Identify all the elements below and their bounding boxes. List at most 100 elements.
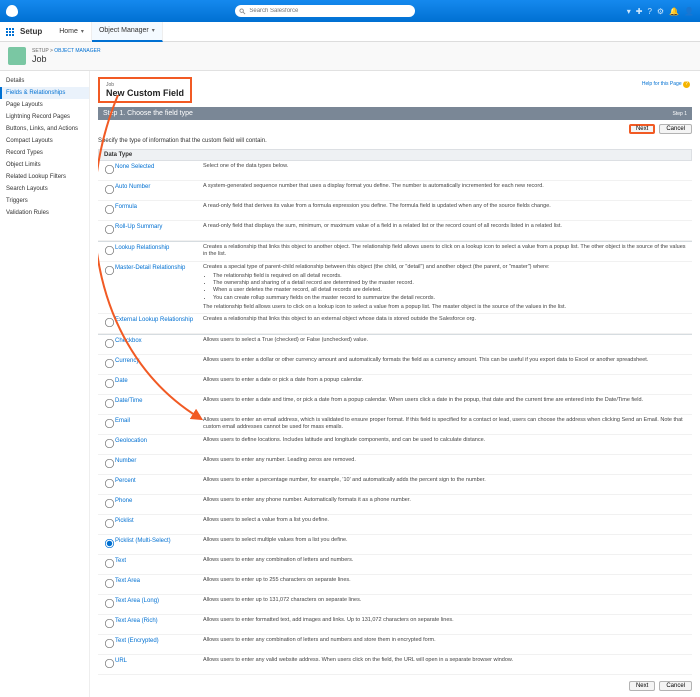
sidebar-item-search-layouts[interactable]: Search Layouts <box>0 183 89 195</box>
avatar-icon[interactable]: 👤 <box>684 7 694 16</box>
type-desc: Allows users to enter a dollar or other … <box>203 357 687 372</box>
radio-url[interactable] <box>105 659 114 668</box>
sidebar-item-details[interactable]: Details <box>0 75 89 87</box>
type-link-external-lookup-relationship[interactable]: External Lookup Relationship <box>115 317 193 323</box>
gear-icon[interactable]: ⚙ <box>657 7 664 16</box>
radio-date-time[interactable] <box>105 399 114 408</box>
help-link[interactable]: Help for this Page ? <box>642 81 690 88</box>
type-link-formula[interactable]: Formula <box>115 204 137 210</box>
help-link-label: Help for this Page <box>642 81 682 87</box>
type-link-text-area[interactable]: Text Area <box>115 578 140 584</box>
sidebar-item-related-lookup-filters[interactable]: Related Lookup Filters <box>0 171 89 183</box>
sidebar: DetailsFields & RelationshipsPage Layout… <box>0 71 90 697</box>
app-launcher-icon[interactable] <box>6 28 14 36</box>
type-row: EmailAllows users to enter an email addr… <box>98 415 692 435</box>
type-row: CheckboxAllows users to select a True (c… <box>98 334 692 355</box>
type-row: Text Area Allows users to enter up to 255… <box>98 575 692 595</box>
type-link-lookup-relationship[interactable]: Lookup Relationship <box>115 245 169 251</box>
sidebar-item-page-layouts[interactable]: Page Layouts <box>0 99 89 111</box>
radio-date[interactable] <box>105 379 114 388</box>
global-search[interactable] <box>235 5 415 17</box>
radio-none-selected[interactable] <box>105 165 114 174</box>
type-link-date[interactable]: Date <box>115 378 128 384</box>
type-desc: Allows users to enter any combination of… <box>203 557 687 572</box>
sidebar-item-triggers[interactable]: Triggers <box>0 195 89 207</box>
radio-currency[interactable] <box>105 359 114 368</box>
sidebar-item-buttons-links-and-actions[interactable]: Buttons, Links, and Actions <box>0 123 89 135</box>
sidebar-item-fields-relationships[interactable]: Fields & Relationships <box>0 87 89 99</box>
cancel-button[interactable]: Cancel <box>659 124 692 134</box>
radio-geolocation[interactable] <box>105 439 114 448</box>
data-type-header: Data Type <box>98 149 692 161</box>
radio-text-area-long-[interactable] <box>105 599 114 608</box>
radio-auto-number[interactable] <box>105 185 114 194</box>
type-link-text-area-long-[interactable]: Text Area (Long) <box>115 598 159 604</box>
cancel-button-bottom[interactable]: Cancel <box>659 681 692 691</box>
help-icon[interactable]: ? <box>647 7 651 16</box>
type-link-email[interactable]: Email <box>115 418 130 424</box>
nav-bar: Setup Home▾ Object Manager▾ <box>0 22 700 42</box>
radio-email[interactable] <box>105 419 114 428</box>
type-row: PicklistAllows users to select a value f… <box>98 515 692 535</box>
next-button[interactable]: Next <box>629 124 655 134</box>
radio-roll-up-summary[interactable] <box>105 225 114 234</box>
type-link-text-area-rich-[interactable]: Text Area (Rich) <box>115 618 158 624</box>
sidebar-item-lightning-record-pages[interactable]: Lightning Record Pages <box>0 111 89 123</box>
type-link-checkbox[interactable]: Checkbox <box>115 338 142 344</box>
switcher-icon[interactable]: ▾ <box>627 7 631 16</box>
type-desc: Allows users to enter a date and time, o… <box>203 397 687 412</box>
type-desc-none: Select one of the data types below. <box>203 163 687 178</box>
sidebar-item-record-types[interactable]: Record Types <box>0 147 89 159</box>
search-input[interactable] <box>249 8 411 14</box>
next-button-bottom[interactable]: Next <box>629 681 655 691</box>
bell-icon[interactable]: 🔔 <box>669 7 679 16</box>
page-title: New Custom Field <box>106 88 184 98</box>
radio-phone[interactable] <box>105 499 114 508</box>
tab-object-manager[interactable]: Object Manager▾ <box>92 22 163 42</box>
radio-master-detail-relationship[interactable] <box>105 266 114 275</box>
tab-om-label: Object Manager <box>99 27 149 34</box>
radio-picklist-multi-select-[interactable] <box>105 539 114 548</box>
global-header: ▾ ✚ ? ⚙ 🔔 👤 <box>0 0 700 22</box>
type-link-roll-up-summary[interactable]: Roll-Up Summary <box>115 224 162 230</box>
help-badge-icon: ? <box>683 81 690 88</box>
object-icon <box>8 47 26 65</box>
salesforce-logo[interactable] <box>6 5 18 17</box>
radio-number[interactable] <box>105 459 114 468</box>
type-link-text-encrypted-[interactable]: Text (Encrypted) <box>115 638 159 644</box>
type-row: FormulaA read-only field that derives it… <box>98 201 692 221</box>
type-link-percent[interactable]: Percent <box>115 478 136 484</box>
radio-text-area-rich-[interactable] <box>105 619 114 628</box>
radio-text-encrypted-[interactable] <box>105 639 114 648</box>
type-link-auto-number[interactable]: Auto Number <box>115 184 150 190</box>
sidebar-item-object-limits[interactable]: Object Limits <box>0 159 89 171</box>
type-link-url[interactable]: URL <box>115 658 127 664</box>
type-link-date-time[interactable]: Date/Time <box>115 398 142 404</box>
tab-home[interactable]: Home▾ <box>52 22 92 42</box>
type-link-picklist[interactable]: Picklist <box>115 518 134 524</box>
type-row: Master-Detail RelationshipCreates a spec… <box>98 262 692 314</box>
tab-home-label: Home <box>59 28 78 35</box>
type-link-phone[interactable]: Phone <box>115 498 132 504</box>
type-link-master-detail-relationship[interactable]: Master-Detail Relationship <box>115 265 185 271</box>
radio-picklist[interactable] <box>105 519 114 528</box>
radio-external-lookup-relationship[interactable] <box>105 318 114 327</box>
type-row: Text Area (Long)Allows users to enter up… <box>98 595 692 615</box>
radio-text-area[interactable] <box>105 579 114 588</box>
radio-text[interactable] <box>105 559 114 568</box>
type-link-geolocation[interactable]: Geolocation <box>115 438 147 444</box>
sidebar-item-compact-layouts[interactable]: Compact Layouts <box>0 135 89 147</box>
type-desc: Allows users to enter up to 255 characte… <box>203 577 687 592</box>
radio-formula[interactable] <box>105 205 114 214</box>
type-link-currency[interactable]: Currency <box>115 358 139 364</box>
breadcrumb-om-link[interactable]: OBJECT MANAGER <box>54 48 100 54</box>
add-icon[interactable]: ✚ <box>636 7 643 16</box>
type-link-number[interactable]: Number <box>115 458 136 464</box>
sidebar-item-validation-rules[interactable]: Validation Rules <box>0 207 89 219</box>
radio-lookup-relationship[interactable] <box>105 246 114 255</box>
radio-checkbox[interactable] <box>105 339 114 348</box>
type-link-none[interactable]: None Selected <box>115 164 154 170</box>
search-icon <box>239 8 246 15</box>
radio-percent[interactable] <box>105 479 114 488</box>
type-link-text[interactable]: Text <box>115 558 126 564</box>
